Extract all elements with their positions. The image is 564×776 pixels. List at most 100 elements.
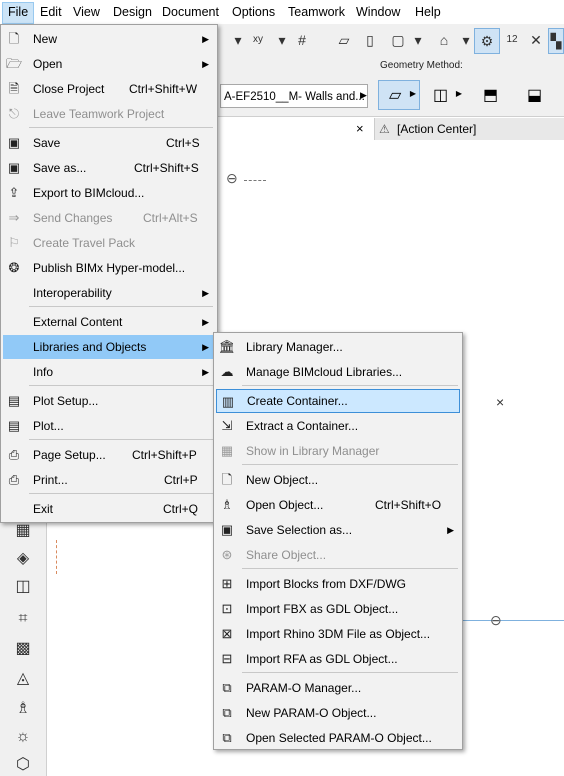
menu-item-leave-teamwork[interactable]: ⎋ Leave Teamwork Project: [3, 102, 215, 126]
toolbox-palette: ▦ ◈ ◫ ⌗ ▩ ◬ ♗ ☼ ⬡: [0, 520, 47, 776]
trace-reference-icon[interactable]: ⚙: [474, 28, 500, 54]
layer-field[interactable]: A-EF2510__M- Walls and...: [220, 84, 368, 108]
close-x-icon[interactable]: ✕: [524, 28, 548, 52]
polygonal-wall-button[interactable]: ⬓: [516, 80, 558, 110]
wall-guide-line: [56, 540, 57, 574]
reference-line: [462, 620, 564, 621]
wall-tool-icon[interactable]: ▦: [12, 520, 34, 542]
menu-item-extract-container[interactable]: ⇲ Extract a Container...: [216, 414, 460, 438]
menu-item-open[interactable]: 🗁 Open ▶: [3, 52, 215, 76]
mesh-tool-icon[interactable]: ▩: [12, 638, 34, 660]
menu-item-exit[interactable]: Exit Ctrl+Q: [3, 497, 215, 521]
menu-file[interactable]: File: [2, 2, 35, 24]
menu-separator: [242, 672, 458, 673]
straight-wall-icon: ▱: [389, 87, 402, 104]
menu-teamwork[interactable]: Teamwork: [283, 2, 350, 22]
menu-item-libraries-and-objects[interactable]: Libraries and Objects ▶: [3, 335, 215, 359]
play-arrow-icon[interactable]: ▶: [360, 90, 367, 101]
menu-item-manage-bimcloud-libraries[interactable]: ☁ Manage BIMcloud Libraries...: [216, 360, 460, 384]
door-tool-icon[interactable]: ◫: [12, 576, 34, 598]
menu-item-save-selection-as[interactable]: ▣ Save Selection as... ▶: [216, 518, 460, 542]
plane-icon[interactable]: ▱: [332, 28, 356, 52]
menubar: File Edit View Design Document Options T…: [0, 0, 564, 24]
new-object-icon: 🗋: [221, 472, 233, 487]
dimension-icon[interactable]: 12: [500, 28, 524, 52]
wall-icon[interactable]: ▯: [358, 28, 382, 52]
selection-icon[interactable]: ▚: [548, 28, 564, 54]
menu-item-param-o-manager[interactable]: ⧉ PARAM-O Manager...: [216, 676, 460, 700]
slab-tool-icon[interactable]: ◈: [12, 548, 34, 570]
submenu-arrow-icon: ▶: [202, 367, 209, 377]
trapezoid-wall-button[interactable]: ⬒: [472, 80, 514, 110]
geometry-method-label: Geometry Method:: [380, 60, 463, 71]
import-fbx-icon: ⊡: [221, 601, 233, 616]
menu-item-external-content[interactable]: External Content ▶: [3, 310, 215, 334]
menu-item-open-object[interactable]: ♗ Open Object... Ctrl+Shift+O: [216, 493, 460, 517]
menu-item-import-dxf[interactable]: ⊞ Import Blocks from DXF/DWG: [216, 572, 460, 596]
menu-item-travel-pack[interactable]: ⚐ Create Travel Pack: [3, 231, 215, 255]
submenu-arrow-icon: ▶: [202, 59, 209, 69]
menu-item-open-selected-param-o[interactable]: ⧉ Open Selected PARAM-O Object...: [216, 726, 460, 750]
menu-item-save[interactable]: ▣ Save Ctrl+S: [3, 131, 215, 155]
bimcloud-libraries-icon: ☁: [220, 364, 234, 379]
tab-action-center[interactable]: ⚠ [Action Center]: [374, 118, 564, 140]
menu-item-library-manager[interactable]: 🏛 Library Manager...: [216, 335, 460, 359]
menu-item-show-in-library-manager[interactable]: ▦ Show in Library Manager: [216, 439, 460, 463]
close-tab-icon[interactable]: ×: [356, 121, 364, 136]
show-in-library-icon: ▦: [220, 443, 234, 458]
menu-item-import-rfa[interactable]: ⊟ Import RFA as GDL Object...: [216, 647, 460, 671]
menu-item-plot[interactable]: ▤ Plot...: [3, 414, 215, 438]
menu-item-page-setup[interactable]: ⎙ Page Setup... Ctrl+Shift+P: [3, 443, 215, 467]
save-icon: ▣: [7, 135, 21, 150]
play-arrow-icon: ▶: [455, 89, 462, 98]
menu-item-save-as[interactable]: ▣ Save as... Ctrl+Shift+S: [3, 156, 215, 180]
straight-wall-button[interactable]: ▱ ▶: [378, 80, 420, 110]
menu-edit[interactable]: Edit: [35, 2, 67, 22]
menu-item-import-rhino[interactable]: ⊠ Import Rhino 3DM File as Object...: [216, 622, 460, 646]
menu-separator: [29, 306, 213, 307]
travel-pack-icon: ⚐: [8, 235, 20, 250]
page-setup-icon: ⎙: [8, 447, 20, 462]
menu-view[interactable]: View: [68, 2, 105, 22]
dropdown-arrow-icon[interactable]: ▾: [406, 28, 430, 52]
menu-item-import-fbx[interactable]: ⊡ Import FBX as GDL Object...: [216, 597, 460, 621]
object-tool-icon[interactable]: ♗: [12, 698, 34, 720]
menu-item-publish-bimx[interactable]: ❂ Publish BIMx Hyper-model...: [3, 256, 215, 280]
open-param-o-icon: ⧉: [222, 730, 232, 745]
menu-item-new[interactable]: 🗋 New ▶: [3, 27, 215, 51]
menu-window[interactable]: Window: [351, 2, 405, 22]
submenu-arrow-icon: ▶: [202, 317, 209, 327]
menu-item-share-object[interactable]: ⊛ Share Object...: [216, 543, 460, 567]
menu-item-info[interactable]: Info ▶: [3, 360, 215, 384]
send-changes-icon: ⇒: [8, 210, 20, 225]
menu-item-plot-setup[interactable]: ▤ Plot Setup...: [3, 389, 215, 413]
menu-options[interactable]: Options: [227, 2, 280, 22]
curved-wall-button[interactable]: ◫ ▶: [424, 80, 466, 110]
stair-tool-icon[interactable]: ⌗: [12, 608, 34, 630]
menu-item-close-project[interactable]: 🗎 Close Project Ctrl+Shift+W: [3, 77, 215, 101]
menu-item-send-changes[interactable]: ⇒ Send Changes Ctrl+Alt+S: [3, 206, 215, 230]
menu-help[interactable]: Help: [410, 2, 446, 22]
menu-item-print[interactable]: ⎙ Print... Ctrl+P: [3, 468, 215, 492]
menu-item-interoperability[interactable]: Interoperability ▶: [3, 281, 215, 305]
grid-snap-icon[interactable]: #: [290, 28, 314, 52]
new-icon: 🗋: [8, 31, 20, 46]
trapezoid-wall-icon: ⬒: [483, 87, 499, 104]
action-center-label: [Action Center]: [397, 122, 477, 136]
menu-item-export-bimcloud[interactable]: ⇪ Export to BIMcloud...: [3, 181, 215, 205]
lock-icon[interactable]: ⌂: [432, 28, 456, 52]
menu-item-new-param-o[interactable]: ⧉ New PARAM-O Object...: [216, 701, 460, 725]
submenu-arrow-icon: ▶: [202, 34, 209, 44]
import-rfa-icon: ⊟: [221, 651, 233, 666]
plot-icon: ▤: [7, 418, 21, 433]
menu-design[interactable]: Design: [108, 2, 157, 22]
xy-coordinates-icon[interactable]: xy: [246, 28, 270, 52]
shell-tool-icon[interactable]: ◬: [12, 668, 34, 690]
lamp-tool-icon[interactable]: ☼: [12, 726, 34, 748]
close-icon[interactable]: ×: [496, 394, 504, 410]
menu-item-new-object[interactable]: 🗋 New Object...: [216, 468, 460, 492]
submenu-arrow-icon: ▶: [202, 288, 209, 298]
morph-tool-icon[interactable]: ⬡: [12, 754, 34, 776]
menu-item-create-container[interactable]: ▥ Create Container...: [216, 389, 460, 413]
menu-document[interactable]: Document: [157, 2, 224, 22]
